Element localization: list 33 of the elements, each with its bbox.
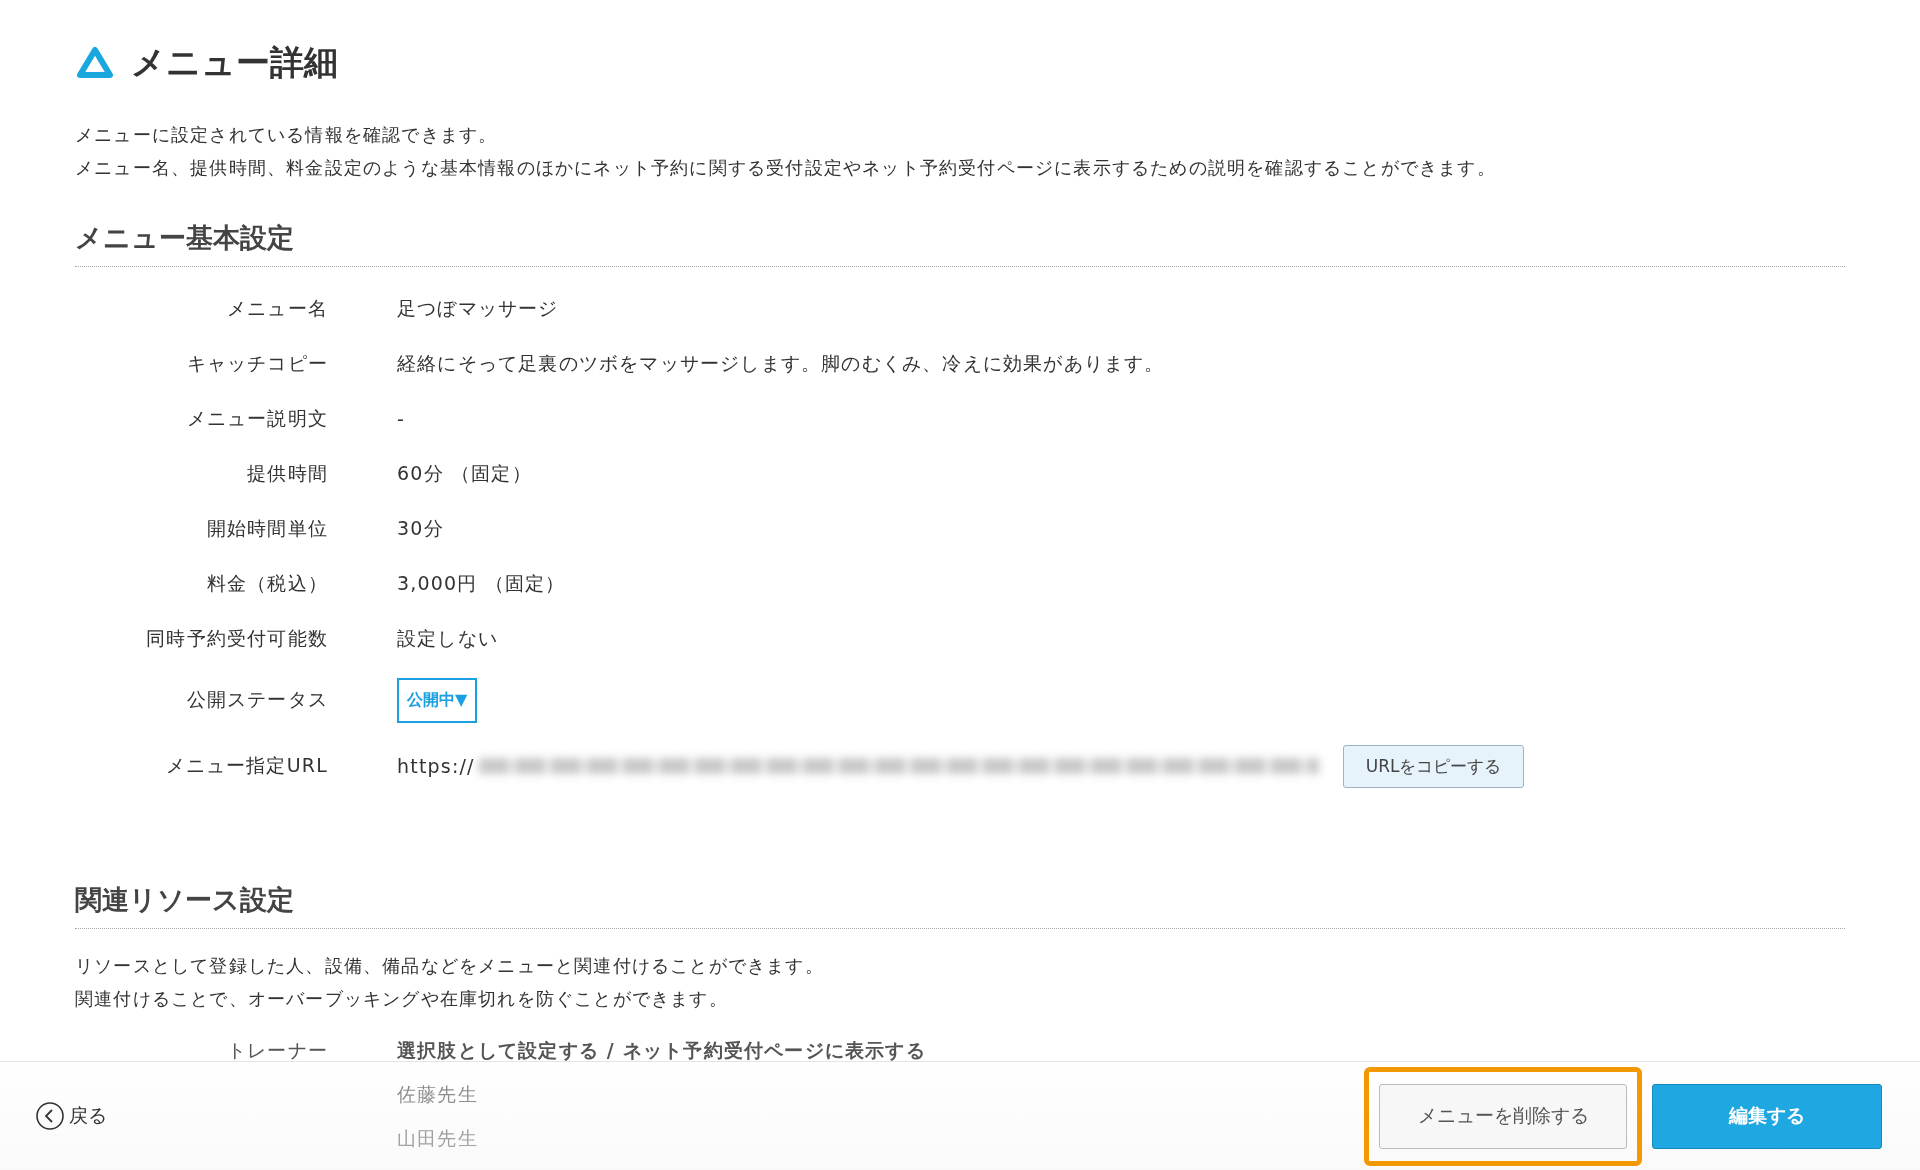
field-label: 料金（税込） [205, 570, 328, 596]
description-text: 関連付けることで、オーバーブッキングや在庫切れを防ぐことができます。 [75, 987, 729, 1011]
page-title: メニュー詳細 [131, 41, 338, 84]
field-value: 3,000円 （固定） [397, 570, 566, 596]
triangle-logo-icon [75, 45, 115, 81]
resource-name: 佐藤先生 [397, 1082, 478, 1107]
field-value: 選択肢として設定する / ネット予約受付ページに表示する [397, 1038, 926, 1063]
url-text: https:// [397, 755, 475, 777]
section-heading: メニュー基本設定 [75, 220, 1845, 267]
field-label: メニュー指定URL [164, 753, 328, 778]
section-heading: 関連リソース設定 [75, 882, 1845, 929]
back-icon [35, 1101, 65, 1131]
field-value: 60分 （固定） [397, 460, 532, 486]
delete-button[interactable]: メニューを削除する [1379, 1083, 1627, 1149]
field-label: 提供時間 [246, 460, 328, 486]
field-value: 経絡にそって足裏のツボをマッサージします。脚のむくみ、冷えに効果があります。 [397, 350, 1165, 376]
copy-url-button[interactable]: URLをコピーする [1342, 744, 1525, 788]
back-link[interactable]: 戻る [35, 1101, 107, 1131]
description-text: メニューに設定されている情報を確認できます。 [75, 123, 499, 147]
field-value: 30分 [397, 515, 444, 541]
field-label: キャッチコピー [185, 350, 328, 376]
field-value: 設定しない [397, 625, 498, 651]
field-label: 開始時間単位 [205, 515, 328, 541]
description-text: リソースとして登録した人、設備、備品などをメニューと関連付けることができます。 [75, 954, 825, 978]
field-label: トレーナー [226, 1038, 328, 1063]
field-value: - [397, 407, 406, 430]
field-value: 足つぼマッサージ [397, 295, 559, 321]
description-text: メニュー名、提供時間、料金設定のような基本情報のほかにネット予約に関する受付設定やネット予約受付ページに表示するための説明を確認することができます。 [75, 156, 1497, 180]
field-label: 同時予約受付可能数 [145, 625, 328, 651]
field-label: メニュー名 [226, 295, 328, 321]
field-label: メニュー説明文 [185, 405, 328, 431]
field-label: 公開ステータス [185, 687, 328, 712]
resource-name: 山田先生 [397, 1126, 478, 1151]
